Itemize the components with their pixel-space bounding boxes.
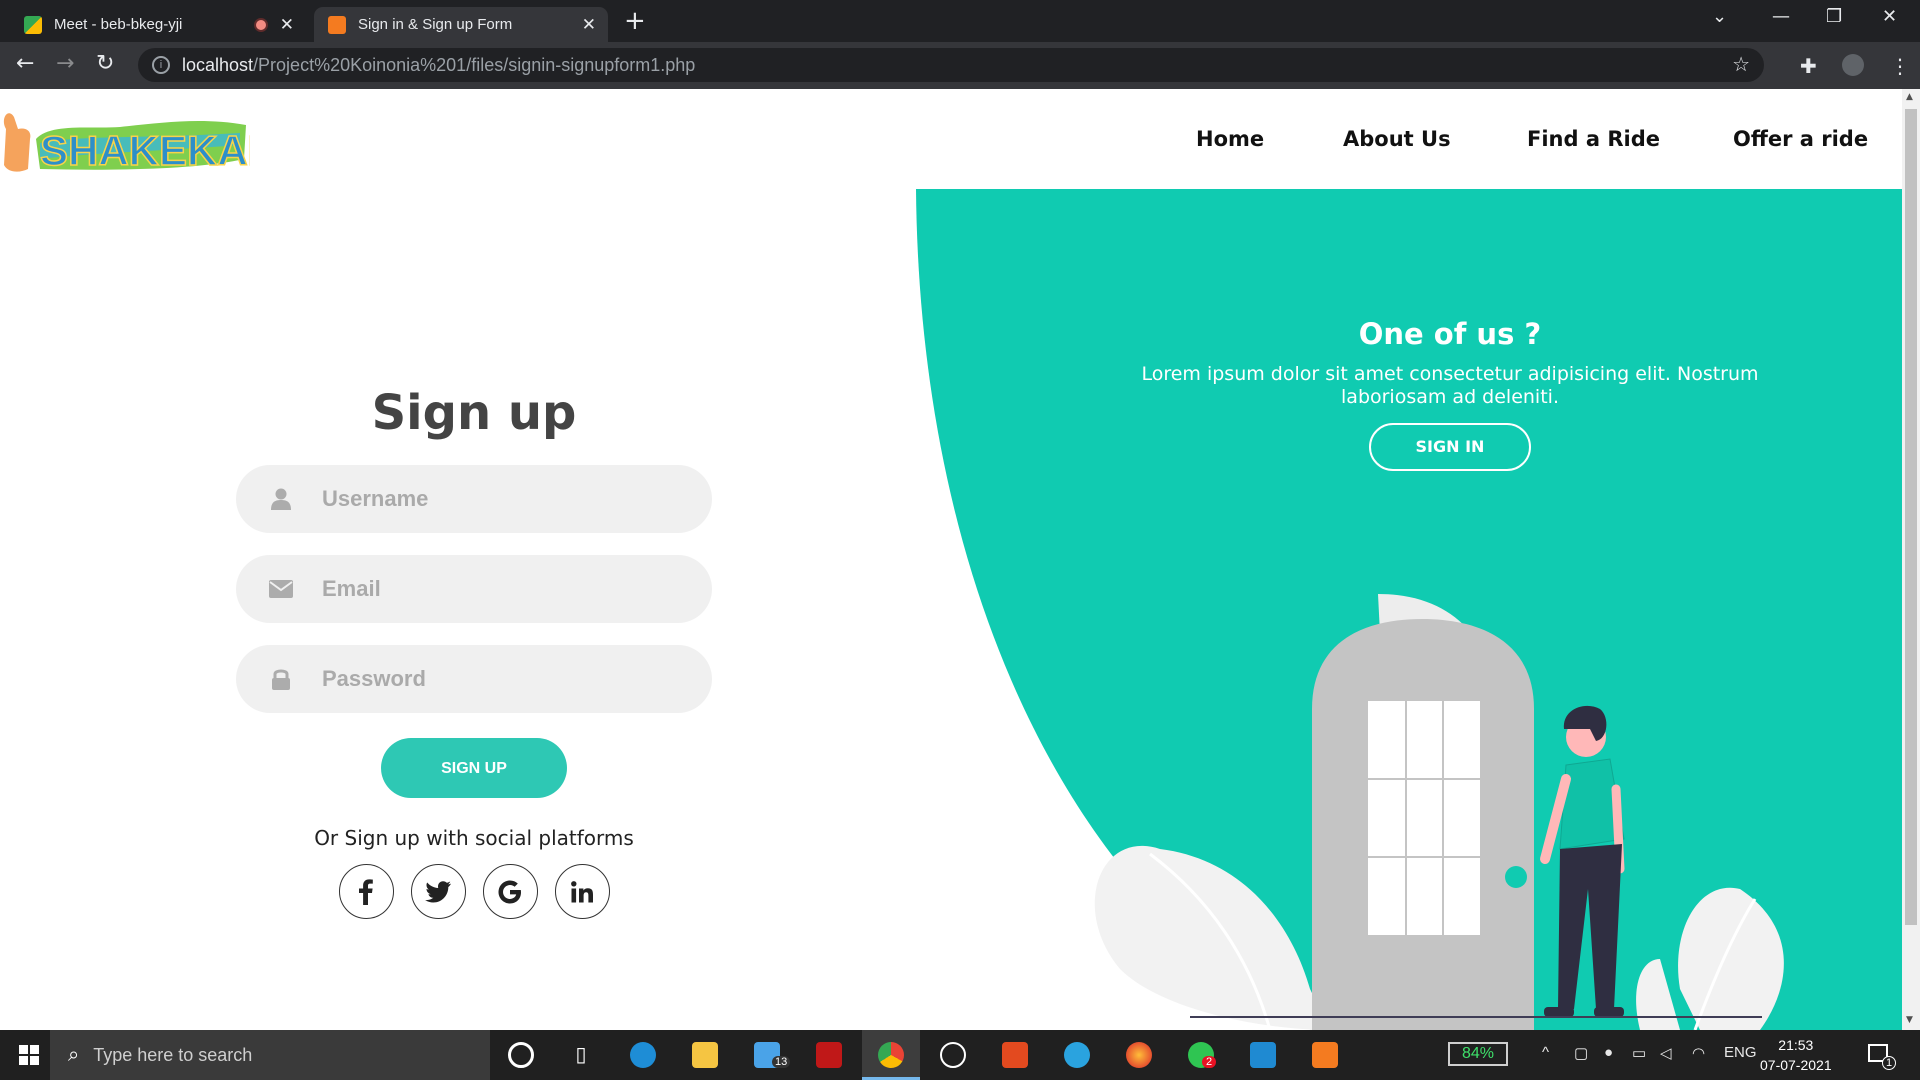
clock-date: 07-07-2021 xyxy=(1760,1057,1832,1073)
envelope-icon xyxy=(266,580,296,598)
close-icon[interactable]: ✕ xyxy=(582,15,596,35)
email-field[interactable] xyxy=(236,555,712,623)
windows-taskbar: ⌕ Type here to search ▯ 13 2 84% ^ ▢ ● ▭… xyxy=(0,1030,1920,1080)
xbox-icon[interactable] xyxy=(940,1042,966,1068)
back-icon[interactable]: ← xyxy=(16,52,34,76)
mcafee-icon[interactable] xyxy=(816,1042,842,1068)
new-tab-button[interactable]: + xyxy=(624,7,646,35)
tab-signin-signup[interactable]: Sign in & Sign up Form ✕ xyxy=(314,7,608,42)
url-host: localhost xyxy=(182,54,254,75)
social-icons xyxy=(236,864,712,919)
sign-up-button[interactable]: SIGN UP xyxy=(381,738,567,798)
password-field[interactable] xyxy=(236,645,712,713)
search-placeholder: Type here to search xyxy=(93,1044,253,1065)
restore-button[interactable]: ❐ xyxy=(1826,6,1842,27)
scroll-up-arrow[interactable]: ▲ xyxy=(1906,92,1913,102)
page: SHAKEKAR Home About Us Find a Ride Offer… xyxy=(0,89,1902,1030)
cortana-icon[interactable] xyxy=(508,1042,534,1068)
taskbar-search[interactable]: ⌕ Type here to search xyxy=(50,1030,490,1080)
form-title: Sign up xyxy=(371,385,577,441)
menu-icon[interactable]: ⋮ xyxy=(1890,54,1910,78)
bookmark-star-icon[interactable]: ☆ xyxy=(1732,52,1750,77)
xampp-icon xyxy=(328,15,346,34)
wifi-icon[interactable]: ◠ xyxy=(1692,1044,1705,1062)
chevron-up-icon[interactable]: ^ xyxy=(1542,1044,1549,1061)
linkedin-icon[interactable] xyxy=(554,864,610,919)
close-window-button[interactable]: ✕ xyxy=(1882,6,1897,27)
telegram-icon[interactable] xyxy=(1064,1042,1090,1068)
battery-indicator[interactable]: 84% xyxy=(1448,1042,1508,1066)
xampp-taskbar-icon[interactable] xyxy=(1312,1042,1338,1068)
scroll-down-arrow[interactable]: ▼ xyxy=(1906,1015,1913,1025)
panel-text: Lorem ipsum dolor sit amet consectetur a… xyxy=(1080,363,1820,409)
vscode-icon[interactable] xyxy=(1250,1042,1276,1068)
lock-icon xyxy=(266,668,296,690)
email-input[interactable] xyxy=(320,575,664,603)
password-input[interactable] xyxy=(320,665,664,693)
file-explorer-icon[interactable] xyxy=(692,1042,718,1068)
recording-icon xyxy=(253,17,268,32)
panel-text-line2: laboriosam ad deleniti. xyxy=(1341,386,1559,408)
mail-badge: 13 xyxy=(772,1056,791,1068)
username-input[interactable] xyxy=(320,485,664,513)
door-illustration xyxy=(1312,594,1534,1030)
site-info-icon[interactable]: i xyxy=(152,56,170,74)
nav-home[interactable]: Home xyxy=(1196,127,1264,151)
profile-avatar[interactable] xyxy=(1842,54,1864,76)
language-indicator[interactable]: ENG xyxy=(1724,1044,1757,1061)
user-icon xyxy=(266,488,296,510)
tab-meet[interactable]: Meet - beb-bkeg-yji ✕ xyxy=(8,7,306,42)
forward-icon[interactable]: → xyxy=(56,52,74,76)
close-icon[interactable]: ✕ xyxy=(280,15,294,35)
signup-form: Sign up SIGN UP Or Sign up with social p… xyxy=(236,385,712,919)
chrome-icon[interactable] xyxy=(878,1042,904,1068)
windows-start-icon[interactable] xyxy=(19,1045,39,1065)
clock-time: 21:53 xyxy=(1778,1037,1814,1053)
minimize-button[interactable]: — xyxy=(1772,6,1790,27)
firefox-icon[interactable] xyxy=(1126,1042,1152,1068)
whatsapp-badge: 2 xyxy=(1202,1056,1217,1068)
page-scrollbar[interactable]: ▲ ▼ xyxy=(1902,89,1920,1030)
shakekar-logo[interactable]: SHAKEKAR xyxy=(0,99,250,179)
browser-tabstrip: Meet - beb-bkeg-yji ✕ Sign in & Sign up … xyxy=(0,0,1920,42)
nav-offer-a-ride[interactable]: Offer a ride xyxy=(1733,127,1868,151)
twitter-icon[interactable] xyxy=(410,864,466,919)
notifications-badge: 1 xyxy=(1882,1056,1897,1070)
browser-toolbar: ← → ↻ i localhost /Project%20Koinonia%20… xyxy=(0,42,1920,89)
battery-icon[interactable]: ▭ xyxy=(1632,1044,1646,1062)
username-field[interactable] xyxy=(236,465,712,533)
microphone-icon[interactable]: ● xyxy=(1604,1044,1613,1061)
url-path: /Project%20Koinonia%201/files/signin-sig… xyxy=(253,54,696,75)
signin-panel: One of us ? Lorem ipsum dolor sit amet c… xyxy=(1080,317,1820,471)
tab-title: Sign in & Sign up Form xyxy=(358,16,513,33)
volume-icon[interactable]: ◁ xyxy=(1660,1044,1672,1062)
reload-icon[interactable]: ↻ xyxy=(96,52,114,76)
edge-icon[interactable] xyxy=(630,1042,656,1068)
facebook-icon[interactable] xyxy=(338,864,394,919)
device-icon[interactable]: ▢ xyxy=(1574,1044,1588,1062)
extensions-icon[interactable]: ✚ xyxy=(1800,54,1817,78)
tab-search-icon[interactable]: ⌄ xyxy=(1712,6,1727,27)
panel-text-line1: Lorem ipsum dolor sit amet consectetur a… xyxy=(1141,363,1759,385)
search-icon: ⌕ xyxy=(68,1043,80,1066)
task-view-icon[interactable]: ▯ xyxy=(568,1042,594,1068)
google-icon[interactable] xyxy=(482,864,538,919)
nav-about-us[interactable]: About Us xyxy=(1343,127,1451,151)
meet-icon xyxy=(24,15,42,34)
address-bar[interactable]: i localhost /Project%20Koinonia%201/file… xyxy=(138,48,1764,82)
sign-in-button[interactable]: SIGN IN xyxy=(1369,423,1531,471)
clock[interactable]: 21:53 07-07-2021 xyxy=(1760,1035,1832,1075)
office-icon[interactable] xyxy=(1002,1042,1028,1068)
panel-title: One of us ? xyxy=(1358,317,1542,351)
tab-title: Meet - beb-bkeg-yji xyxy=(54,16,183,33)
logo-text: SHAKEKAR xyxy=(40,127,250,174)
scrollbar-thumb[interactable] xyxy=(1905,109,1917,925)
nav-find-a-ride[interactable]: Find a Ride xyxy=(1527,127,1660,151)
social-text: Or Sign up with social platforms xyxy=(314,826,634,850)
